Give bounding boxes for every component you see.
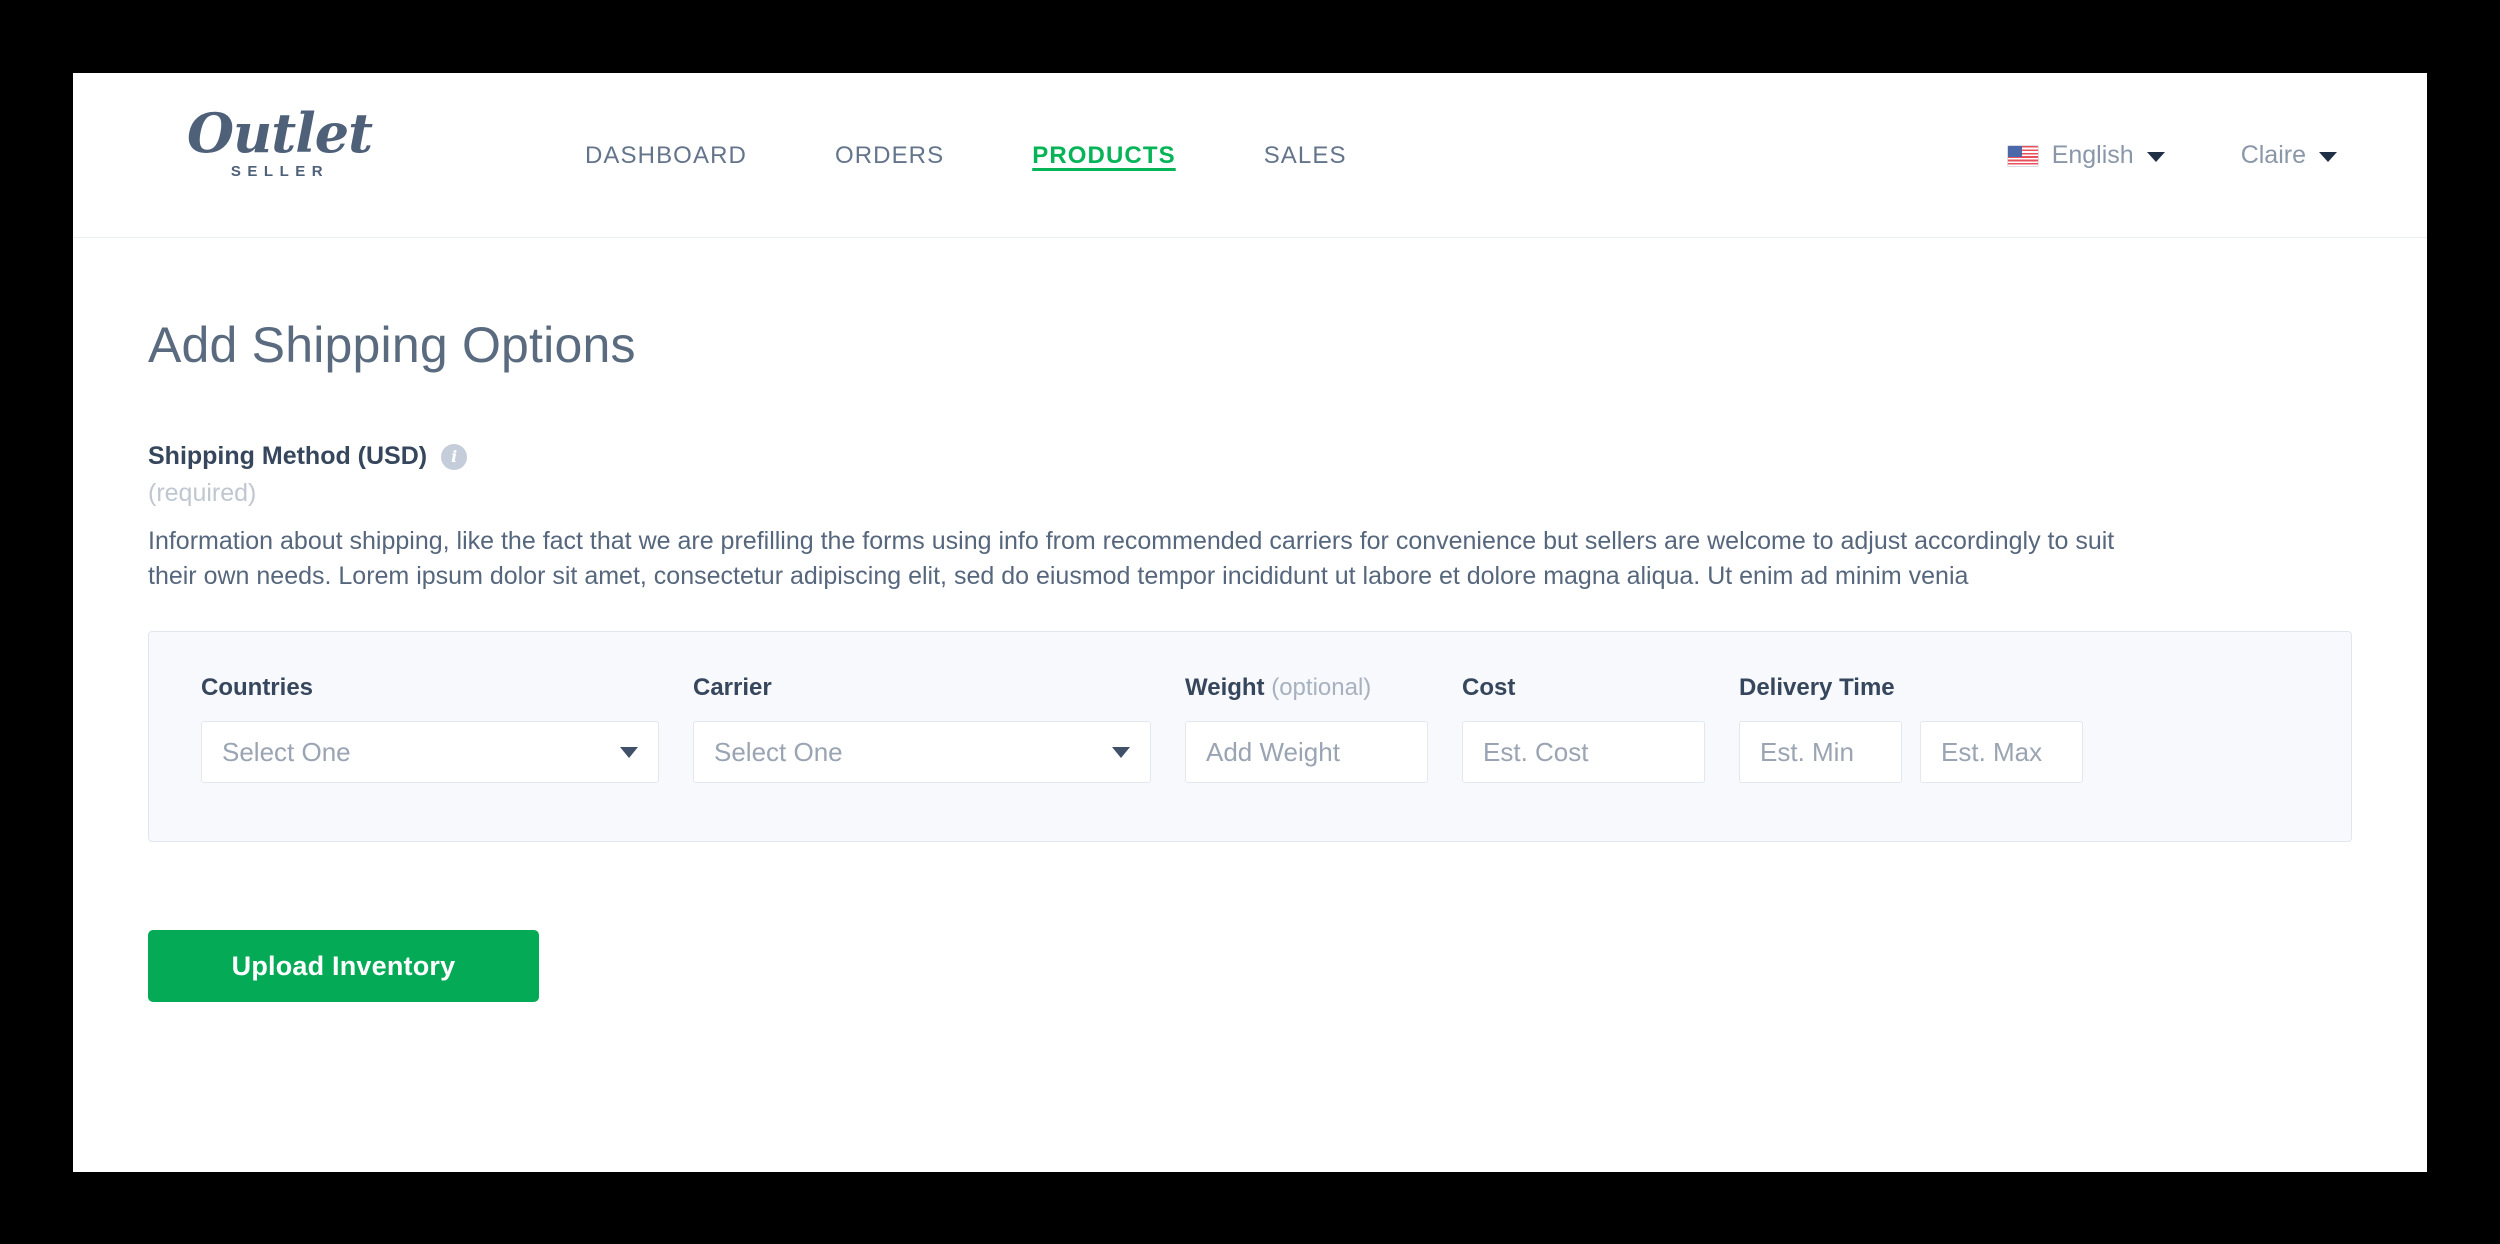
weight-input-placeholder: Add Weight (1206, 736, 1340, 767)
required-note: (required) (148, 479, 257, 507)
nav-item-dashboard[interactable]: DASHBOARD (585, 136, 747, 176)
shipping-option-row: Countries Select One Carrier Select One (148, 631, 2352, 842)
chevron-down-icon (2146, 152, 2165, 162)
page-title: Add Shipping Options (148, 317, 636, 373)
site-header: Outlet SELLER DASHBOARD ORDERS PRODUCTS … (73, 73, 2427, 238)
weight-label-text: Weight (1185, 674, 1265, 701)
brand-logo[interactable]: Outlet SELLER (187, 101, 373, 180)
field-countries: Countries Select One (201, 674, 659, 783)
carrier-label: Carrier (693, 674, 772, 701)
user-menu[interactable]: Claire (2241, 141, 2337, 170)
carrier-select-value: Select One (714, 736, 843, 767)
delivery-time-min-input[interactable]: Est. Min (1739, 721, 1902, 783)
main-nav: DASHBOARD ORDERS PRODUCTS SALES (585, 73, 1347, 238)
brand-logo-subtitle: SELLER (230, 163, 330, 180)
countries-select[interactable]: Select One (201, 721, 659, 783)
upload-inventory-button[interactable]: Upload Inventory (148, 930, 539, 1002)
nav-item-sales[interactable]: SALES (1264, 136, 1347, 176)
weight-label-optional: (optional) (1271, 674, 1372, 701)
delivery-time-min-placeholder: Est. Min (1760, 736, 1854, 767)
countries-label: Countries (201, 674, 314, 701)
delivery-time-max-input[interactable]: Est. Max (1920, 721, 2083, 783)
field-delivery-time: Delivery Time Est. Min Est. Max (1739, 674, 2083, 783)
language-selector[interactable]: English (2006, 141, 2165, 170)
chevron-down-icon (1112, 746, 1130, 758)
us-flag-icon (2006, 144, 2039, 167)
delivery-time-inputs: Est. Min Est. Max (1739, 721, 2083, 783)
user-menu-label: Claire (2240, 141, 2306, 169)
weight-label: Weight (optional) (1185, 674, 1428, 702)
language-selector-label: English (2051, 141, 2134, 169)
cost-input-placeholder: Est. Cost (1483, 736, 1589, 767)
carrier-select[interactable]: Select One (693, 721, 1151, 783)
field-cost: Cost Est. Cost (1462, 674, 1705, 783)
nav-item-products[interactable]: PRODUCTS (1032, 136, 1175, 176)
cost-label: Cost (1462, 674, 1516, 701)
field-carrier: Carrier Select One (693, 674, 1151, 783)
submit-row: Upload Inventory (148, 930, 2352, 1062)
brand-logo-script: Outlet (187, 101, 373, 165)
chevron-down-icon (2319, 152, 2337, 162)
field-weight: Weight (optional) Add Weight (1185, 674, 1428, 783)
browser-content-area: Outlet SELLER DASHBOARD ORDERS PRODUCTS … (73, 73, 2427, 1172)
delivery-time-max-placeholder: Est. Max (1941, 736, 2043, 767)
cost-input[interactable]: Est. Cost (1462, 721, 1705, 783)
header-right-cluster: English Claire (2006, 73, 2337, 238)
shipping-method-description: Information about shipping, like the fac… (148, 527, 2115, 590)
main-content: Add Shipping Options Shipping Method (US… (73, 238, 2427, 1062)
delivery-time-label: Delivery Time (1739, 674, 1895, 701)
nav-item-orders[interactable]: ORDERS (835, 136, 944, 176)
shipping-method-label-row: Shipping Method (USD) i (148, 442, 2352, 471)
shipping-method-group: Shipping Method (USD) i (required) Infor… (148, 442, 2352, 1062)
countries-select-value: Select One (222, 736, 351, 767)
shipping-method-label: Shipping Method (USD) (148, 442, 428, 470)
chevron-down-icon (620, 746, 638, 758)
info-icon[interactable]: i (441, 443, 468, 470)
weight-input[interactable]: Add Weight (1185, 721, 1428, 783)
